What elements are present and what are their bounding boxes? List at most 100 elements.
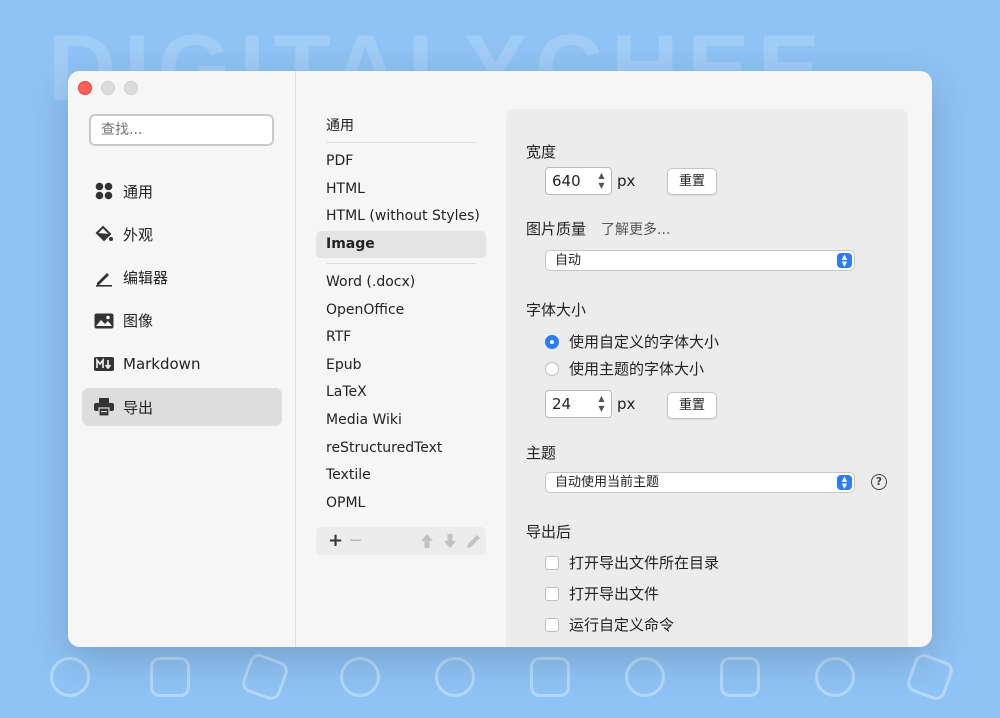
font-size-stepper[interactable]: 24 ▲ ▼ bbox=[545, 390, 612, 418]
decor-icon bbox=[435, 657, 475, 697]
stepper-arrows-icon[interactable]: ▲ ▼ bbox=[596, 171, 607, 191]
close-window-button[interactable] bbox=[78, 81, 92, 95]
sidebar-nav: 通用 外观 编辑器 图像 Markdown 导出 bbox=[82, 172, 282, 432]
help-icon[interactable]: ? bbox=[871, 474, 887, 490]
paint-bucket-icon bbox=[94, 224, 114, 244]
markdown-icon bbox=[94, 354, 114, 374]
image-export-settings: 宽度 640 ▲ ▼ px 重置 图片质量 了解更多... 自动 ▲ ▼ 字体大小 使… bbox=[506, 109, 908, 647]
font-size-custom-label: 使用自定义的字体大小 bbox=[569, 333, 720, 351]
sidebar-item-general[interactable]: 通用 bbox=[82, 172, 282, 210]
after-export-option[interactable]: 打开导出文件所在目录 bbox=[545, 552, 719, 573]
theme-value: 自动使用当前主题 bbox=[555, 475, 660, 490]
font-size-theme-label: 使用主题的字体大小 bbox=[569, 360, 705, 378]
after-export-option[interactable]: 运行自定义命令 bbox=[545, 614, 674, 635]
decor-icon bbox=[904, 651, 956, 703]
sidebar-item-editor[interactable]: 编辑器 bbox=[82, 259, 282, 297]
format-item-epub[interactable]: Epub bbox=[316, 352, 486, 379]
after-export-label: 导出后 bbox=[526, 523, 572, 541]
format-item-restructuredtext[interactable]: reStructuredText bbox=[316, 435, 486, 462]
format-item-word[interactable]: Word (.docx) bbox=[316, 269, 486, 296]
width-unit: px bbox=[617, 172, 636, 190]
reset-width-button[interactable]: 重置 bbox=[667, 168, 717, 195]
search-input[interactable] bbox=[89, 114, 274, 146]
width-value: 640 bbox=[552, 172, 581, 190]
maximize-window-button[interactable] bbox=[124, 81, 138, 95]
sidebar-item-image[interactable]: 图像 bbox=[82, 302, 282, 340]
format-item-image[interactable]: Image bbox=[316, 231, 486, 258]
sidebar-item-export[interactable]: 导出 bbox=[82, 388, 282, 427]
font-size-theme-option[interactable]: 使用主题的字体大小 bbox=[545, 358, 704, 379]
image-quality-title: 图片质量 bbox=[526, 220, 587, 238]
sidebar-item-label: 图像 bbox=[123, 312, 154, 331]
stepper-arrows-icon[interactable]: ▲ ▼ bbox=[596, 394, 607, 414]
chevron-updown-icon: ▲ ▼ bbox=[837, 253, 852, 268]
radio-button-selected[interactable] bbox=[545, 334, 559, 349]
export-format-list: 通用 PDF HTML HTML (without Styles) Image … bbox=[316, 71, 488, 647]
chevron-updown-icon: ▲ ▼ bbox=[837, 475, 852, 490]
decor-icon bbox=[815, 657, 855, 697]
move-down-icon[interactable] bbox=[443, 533, 457, 555]
add-format-button[interactable]: + bbox=[328, 530, 343, 552]
after-export-option-label: 运行自定义命令 bbox=[569, 616, 675, 634]
image-quality-select[interactable]: 自动 ▲ ▼ bbox=[545, 250, 855, 271]
minimize-window-button[interactable] bbox=[101, 81, 115, 95]
image-icon bbox=[94, 311, 114, 331]
format-list-toolbar: + − bbox=[316, 527, 486, 555]
image-quality-label: 图片质量 了解更多... bbox=[526, 218, 670, 239]
width-label: 宽度 bbox=[526, 143, 557, 161]
after-export-option-label: 打开导出文件 bbox=[569, 585, 660, 603]
theme-label: 主题 bbox=[526, 444, 557, 462]
theme-select[interactable]: 自动使用当前主题 ▲ ▼ bbox=[545, 472, 855, 493]
format-item-latex[interactable]: LaTeX bbox=[316, 379, 486, 406]
checkbox[interactable] bbox=[545, 617, 559, 632]
remove-format-button[interactable]: − bbox=[348, 530, 363, 552]
decor-icon bbox=[239, 651, 291, 703]
sidebar-item-label: 通用 bbox=[123, 182, 154, 201]
font-size-unit: px bbox=[617, 395, 636, 413]
preferences-window: 通用 外观 编辑器 图像 bbox=[68, 71, 932, 647]
after-export-option-label: 打开导出文件所在目录 bbox=[569, 554, 720, 572]
font-size-custom-option[interactable]: 使用自定义的字体大小 bbox=[545, 331, 719, 352]
format-item-rtf[interactable]: RTF bbox=[316, 324, 486, 351]
format-item-pdf[interactable]: PDF bbox=[316, 148, 486, 175]
format-item-media-wiki[interactable]: Media Wiki bbox=[316, 407, 486, 434]
checkbox[interactable] bbox=[545, 586, 559, 601]
decor-icon bbox=[150, 657, 190, 697]
format-item-html-without-styles[interactable]: HTML (without Styles) bbox=[316, 203, 486, 230]
format-item-html[interactable]: HTML bbox=[316, 176, 486, 203]
format-item-opml[interactable]: OPML bbox=[316, 490, 486, 517]
reset-font-size-button[interactable]: 重置 bbox=[667, 392, 717, 419]
image-quality-value: 自动 bbox=[555, 253, 582, 268]
decor-icon bbox=[530, 657, 570, 697]
divider bbox=[326, 263, 476, 264]
learn-more-link[interactable]: 了解更多... bbox=[601, 222, 670, 238]
sidebar: 通用 外观 编辑器 图像 bbox=[68, 71, 296, 647]
radio-button[interactable] bbox=[545, 361, 559, 376]
format-item-openoffice[interactable]: OpenOffice bbox=[316, 297, 486, 324]
window-controls bbox=[78, 81, 138, 95]
sidebar-item-label: 导出 bbox=[123, 398, 154, 417]
divider bbox=[326, 142, 476, 143]
printer-icon bbox=[94, 397, 114, 417]
decor-icon bbox=[50, 657, 90, 697]
edit-format-icon[interactable] bbox=[466, 533, 482, 555]
sidebar-item-markdown[interactable]: Markdown bbox=[82, 345, 282, 383]
decor-icon bbox=[340, 657, 380, 697]
sidebar-item-label: Markdown bbox=[123, 355, 201, 374]
font-size-label: 字体大小 bbox=[526, 301, 587, 319]
format-item-textile[interactable]: Textile bbox=[316, 462, 486, 489]
checkbox[interactable] bbox=[545, 555, 559, 570]
background-icon-strip bbox=[0, 645, 1000, 718]
decor-icon bbox=[625, 657, 665, 697]
pencil-icon bbox=[94, 268, 114, 288]
after-export-option[interactable]: 打开导出文件 bbox=[545, 583, 659, 604]
sidebar-item-label: 编辑器 bbox=[123, 269, 169, 288]
width-stepper[interactable]: 640 ▲ ▼ bbox=[545, 167, 612, 195]
sidebar-item-label: 外观 bbox=[123, 225, 154, 244]
decor-icon bbox=[720, 657, 760, 697]
format-list-header: 通用 bbox=[326, 118, 354, 134]
move-up-icon[interactable] bbox=[420, 533, 434, 555]
grid-icon bbox=[94, 181, 114, 201]
font-size-value: 24 bbox=[552, 395, 572, 413]
sidebar-item-appearance[interactable]: 外观 bbox=[82, 215, 282, 253]
